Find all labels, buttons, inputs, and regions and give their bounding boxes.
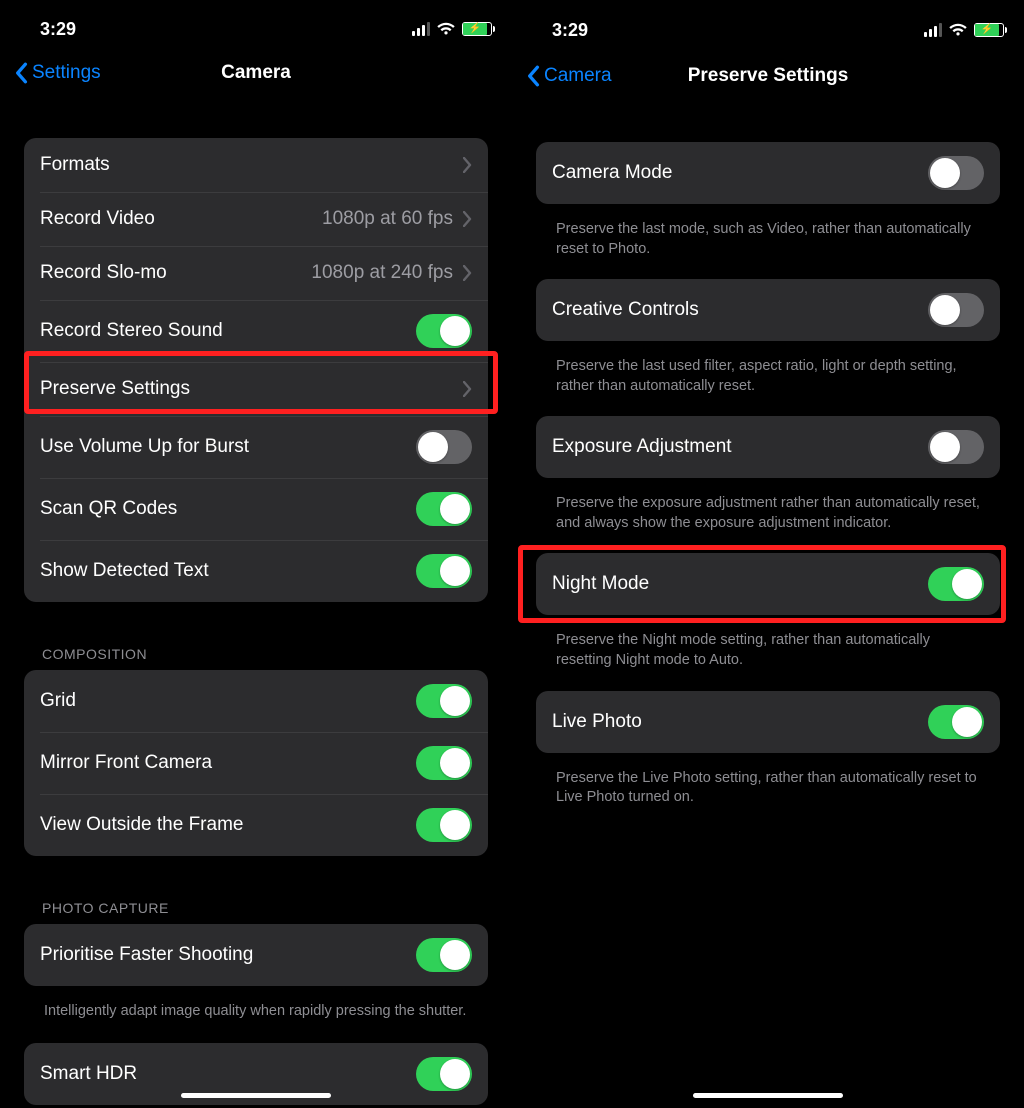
toggle-scan-qr[interactable] bbox=[416, 492, 472, 526]
row-label: Preserve Settings bbox=[40, 378, 190, 400]
row-stereo-sound: Record Stereo Sound bbox=[24, 300, 488, 362]
footer-text: Preserve the last used filter, aspect ra… bbox=[536, 349, 1000, 396]
footer-text: Preserve the exposure adjustment rather … bbox=[536, 486, 1000, 533]
row-camera-mode: Camera Mode bbox=[536, 142, 1000, 204]
nav-header: Camera Preserve Settings bbox=[512, 50, 1024, 102]
chevron-left-icon bbox=[526, 65, 540, 87]
row-label: Record Stereo Sound bbox=[40, 320, 223, 342]
footer-text: Preserve the last mode, such as Video, r… bbox=[536, 212, 1000, 259]
toggle-stereo-sound[interactable] bbox=[416, 314, 472, 348]
row-label: Night Mode bbox=[552, 573, 649, 595]
row-value: 1080p at 60 fps bbox=[322, 208, 453, 230]
status-bar: 3:29 ⚡ bbox=[0, 0, 512, 48]
row-scan-qr: Scan QR Codes bbox=[24, 478, 488, 540]
back-label: Camera bbox=[544, 65, 612, 87]
row-label: Live Photo bbox=[552, 711, 642, 733]
toggle-exposure-adjustment[interactable] bbox=[928, 430, 984, 464]
row-label: Record Video bbox=[40, 208, 155, 230]
toggle-outside-frame[interactable] bbox=[416, 808, 472, 842]
wifi-icon bbox=[436, 22, 456, 36]
row-preserve-settings[interactable]: Preserve Settings bbox=[24, 362, 488, 416]
section-header-photo-capture: PHOTO CAPTURE bbox=[24, 876, 488, 924]
footer-text: Preserve the Live Photo setting, rather … bbox=[536, 761, 1000, 808]
footer-text: Intelligently adapt image quality when r… bbox=[24, 994, 488, 1022]
back-button[interactable]: Camera bbox=[526, 65, 612, 87]
page-title: Camera bbox=[221, 62, 291, 84]
status-icons: ⚡ bbox=[924, 23, 1004, 37]
row-outside-frame: View Outside the Frame bbox=[24, 794, 488, 856]
status-time: 3:29 bbox=[40, 19, 76, 40]
row-label: Use Volume Up for Burst bbox=[40, 436, 249, 458]
footer-text: Preserve the Night mode setting, rather … bbox=[536, 623, 1000, 670]
row-label: Camera Mode bbox=[552, 162, 672, 184]
row-formats[interactable]: Formats bbox=[24, 138, 488, 192]
status-time: 3:29 bbox=[552, 20, 588, 41]
battery-icon: ⚡ bbox=[462, 22, 492, 36]
row-value: 1080p at 240 fps bbox=[311, 262, 453, 284]
wifi-icon bbox=[948, 23, 968, 37]
back-button[interactable]: Settings bbox=[14, 62, 101, 84]
chevron-right-icon bbox=[463, 157, 472, 173]
row-exposure-adjustment: Exposure Adjustment bbox=[536, 416, 1000, 478]
row-grid: Grid bbox=[24, 670, 488, 732]
row-label: Scan QR Codes bbox=[40, 498, 177, 520]
row-detected-text: Show Detected Text bbox=[24, 540, 488, 602]
toggle-camera-mode[interactable] bbox=[928, 156, 984, 190]
toggle-grid[interactable] bbox=[416, 684, 472, 718]
row-label: Prioritise Faster Shooting bbox=[40, 944, 253, 966]
row-live-photo: Live Photo bbox=[536, 691, 1000, 753]
home-indicator[interactable] bbox=[693, 1093, 843, 1098]
chevron-right-icon bbox=[463, 211, 472, 227]
row-label: Formats bbox=[40, 154, 110, 176]
battery-icon: ⚡ bbox=[974, 23, 1004, 37]
chevron-right-icon bbox=[463, 265, 472, 281]
section-header-composition: COMPOSITION bbox=[24, 622, 488, 670]
status-icons: ⚡ bbox=[412, 22, 492, 36]
toggle-night-mode[interactable] bbox=[928, 567, 984, 601]
toggle-prioritise-faster[interactable] bbox=[416, 938, 472, 972]
back-label: Settings bbox=[32, 62, 101, 84]
toggle-creative-controls[interactable] bbox=[928, 293, 984, 327]
row-label: Exposure Adjustment bbox=[552, 436, 732, 458]
toggle-detected-text[interactable] bbox=[416, 554, 472, 588]
row-label: Creative Controls bbox=[552, 299, 699, 321]
toggle-live-photo[interactable] bbox=[928, 705, 984, 739]
row-record-slomo[interactable]: Record Slo-mo 1080p at 240 fps bbox=[24, 246, 488, 300]
home-indicator[interactable] bbox=[181, 1093, 331, 1098]
row-label: Show Detected Text bbox=[40, 560, 209, 582]
row-creative-controls: Creative Controls bbox=[536, 279, 1000, 341]
row-record-video[interactable]: Record Video 1080p at 60 fps bbox=[24, 192, 488, 246]
toggle-smart-hdr[interactable] bbox=[416, 1057, 472, 1091]
row-label: Grid bbox=[40, 690, 76, 712]
page-title: Preserve Settings bbox=[688, 65, 849, 87]
row-label: View Outside the Frame bbox=[40, 814, 243, 836]
toggle-mirror[interactable] bbox=[416, 746, 472, 780]
nav-header: Settings Camera bbox=[0, 48, 512, 97]
row-label: Smart HDR bbox=[40, 1063, 137, 1085]
chevron-right-icon bbox=[463, 381, 472, 397]
row-night-mode: Night Mode bbox=[536, 553, 1000, 615]
toggle-volume-burst[interactable] bbox=[416, 430, 472, 464]
row-volume-burst: Use Volume Up for Burst bbox=[24, 416, 488, 478]
cellular-signal-icon bbox=[924, 23, 942, 37]
cellular-signal-icon bbox=[412, 22, 430, 36]
chevron-left-icon bbox=[14, 62, 28, 84]
row-mirror: Mirror Front Camera bbox=[24, 732, 488, 794]
row-label: Record Slo-mo bbox=[40, 262, 167, 284]
row-label: Mirror Front Camera bbox=[40, 752, 212, 774]
row-prioritise-faster: Prioritise Faster Shooting bbox=[24, 924, 488, 986]
status-bar: 3:29 ⚡ bbox=[512, 0, 1024, 50]
